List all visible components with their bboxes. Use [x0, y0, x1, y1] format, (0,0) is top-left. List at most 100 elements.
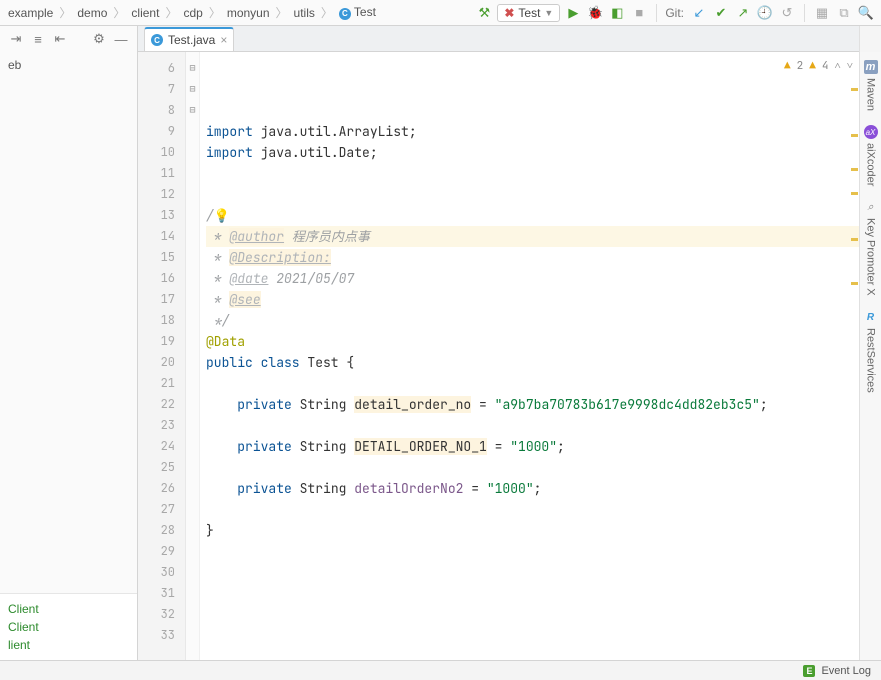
git-push-icon[interactable]: ↗ — [734, 4, 752, 22]
line-gutter[interactable]: 6789101112131415161718192021222324252627… — [138, 52, 186, 660]
code-line[interactable] — [206, 499, 859, 520]
run-icon[interactable]: ▶ — [564, 4, 582, 22]
stop-icon[interactable]: ■ — [630, 4, 648, 22]
code-line[interactable]: /💡 — [206, 205, 859, 226]
line-number[interactable]: 21 — [138, 373, 185, 394]
code-line[interactable]: } — [206, 520, 859, 541]
line-number[interactable]: 6 — [138, 58, 185, 79]
warning-marker[interactable] — [851, 192, 858, 195]
fold-toggle[interactable]: ⊟ — [186, 58, 199, 79]
code-line[interactable]: * @author 程序员内点事 — [206, 226, 859, 247]
tab-test-java[interactable]: C Test.java × — [144, 27, 234, 51]
aixcoder-tool-button[interactable]: aX aiXcoder — [864, 125, 878, 186]
warning-marker[interactable] — [851, 88, 858, 91]
code-editor[interactable]: 6789101112131415161718192021222324252627… — [138, 52, 859, 660]
line-number[interactable]: 22 — [138, 394, 185, 415]
debug-icon[interactable]: 🐞 — [586, 4, 604, 22]
code-line[interactable] — [206, 625, 859, 646]
line-number[interactable]: 19 — [138, 331, 185, 352]
inspection-summary[interactable]: ▲2 ▲4 ˄ ˅ — [784, 56, 853, 77]
line-number[interactable]: 7 — [138, 79, 185, 100]
code-line[interactable] — [206, 562, 859, 583]
code-line[interactable]: * @see — [206, 289, 859, 310]
breadcrumb-segment[interactable]: cdp — [181, 6, 204, 20]
chevron-up-icon[interactable]: ˄ — [834, 56, 840, 77]
line-number[interactable]: 9 — [138, 121, 185, 142]
breadcrumb-segment[interactable]: example — [6, 6, 55, 20]
line-number[interactable]: 33 — [138, 625, 185, 646]
error-stripe[interactable] — [849, 52, 859, 660]
code-line[interactable]: import java.util.ArrayList; — [206, 121, 859, 142]
run-config-item[interactable]: Client — [8, 600, 129, 618]
code-line[interactable]: private String detail_order_no = "a9b7ba… — [206, 394, 859, 415]
filter-icon[interactable]: ⇤ — [52, 31, 68, 47]
line-number[interactable]: 16 — [138, 268, 185, 289]
breadcrumb-segment[interactable]: demo — [75, 6, 109, 20]
code-line[interactable]: private String DETAIL_ORDER_NO_1 = "1000… — [206, 436, 859, 457]
line-number[interactable]: 32 — [138, 604, 185, 625]
code-line[interactable] — [206, 184, 859, 205]
line-number[interactable]: 18 — [138, 310, 185, 331]
code-line[interactable]: @Data — [206, 331, 859, 352]
line-number[interactable]: 28 — [138, 520, 185, 541]
code-line[interactable]: */ — [206, 310, 859, 331]
search-icon[interactable]: 🔍 — [857, 4, 875, 22]
line-number[interactable]: 25 — [138, 457, 185, 478]
collapse-all-icon[interactable]: ≡ — [30, 31, 46, 47]
line-number[interactable]: 20 — [138, 352, 185, 373]
warning-marker[interactable] — [851, 134, 858, 137]
event-log-icon[interactable]: E — [803, 665, 815, 677]
code-line[interactable] — [206, 604, 859, 625]
expand-all-icon[interactable]: ⇥ — [8, 31, 24, 47]
event-log-label[interactable]: Event Log — [821, 665, 871, 677]
warning-marker[interactable] — [851, 238, 858, 241]
close-icon[interactable]: × — [220, 33, 227, 47]
code-line[interactable] — [206, 415, 859, 436]
breadcrumb-segment[interactable]: client — [129, 6, 161, 20]
code-area[interactable]: ▲2 ▲4 ˄ ˅ import java.util.ArrayList;imp… — [200, 52, 859, 660]
fold-toggle[interactable]: ⊟ — [186, 79, 199, 100]
settings-icon[interactable]: ⧉ — [835, 4, 853, 22]
git-commit-icon[interactable]: ✔ — [712, 4, 730, 22]
line-number[interactable]: 31 — [138, 583, 185, 604]
line-number[interactable]: 26 — [138, 478, 185, 499]
hide-icon[interactable]: — — [113, 31, 129, 47]
code-line[interactable] — [206, 646, 859, 660]
code-line[interactable] — [206, 541, 859, 562]
line-number[interactable]: 8 — [138, 100, 185, 121]
code-line[interactable]: import java.util.Date; — [206, 142, 859, 163]
code-line[interactable] — [206, 457, 859, 478]
line-number[interactable]: 27 — [138, 499, 185, 520]
project-tool-window[interactable]: eb ClientClientlient — [0, 52, 138, 660]
keypromoter-tool-button[interactable]: ⌕ Key Promoter X — [864, 200, 878, 296]
line-number[interactable]: 13 — [138, 205, 185, 226]
run-config-item[interactable]: lient — [8, 636, 129, 654]
line-number[interactable]: 30 — [138, 562, 185, 583]
breadcrumb-segment[interactable]: monyun — [225, 6, 272, 20]
line-number[interactable]: 29 — [138, 541, 185, 562]
breadcrumb-segment[interactable]: CTest — [337, 5, 378, 20]
breadcrumb-segment[interactable]: utils — [292, 6, 317, 20]
structure-icon[interactable]: ▦ — [813, 4, 831, 22]
fold-column[interactable]: ⊟ ⊟ ⊟ — [186, 52, 200, 660]
warning-marker[interactable] — [851, 282, 858, 285]
line-number[interactable]: 24 — [138, 436, 185, 457]
line-number[interactable]: 17 — [138, 289, 185, 310]
run-config-combo[interactable]: ✖ Test ▼ — [497, 4, 560, 22]
fold-toggle[interactable]: ⊟ — [186, 100, 199, 121]
code-line[interactable] — [206, 373, 859, 394]
code-line[interactable]: public class Test { — [206, 352, 859, 373]
git-history-icon[interactable]: 🕘 — [756, 4, 774, 22]
line-number[interactable]: 14 — [138, 226, 185, 247]
run-config-item[interactable]: Client — [8, 618, 129, 636]
gear-icon[interactable]: ⚙ — [91, 31, 107, 47]
maven-tool-button[interactable]: m Maven — [864, 60, 878, 111]
code-line[interactable]: * @date 2021/05/07 — [206, 268, 859, 289]
code-line[interactable] — [206, 583, 859, 604]
coverage-icon[interactable]: ◧ — [608, 4, 626, 22]
build-icon[interactable]: ⚒ — [475, 4, 493, 22]
git-update-icon[interactable]: ↙ — [690, 4, 708, 22]
line-number[interactable]: 12 — [138, 184, 185, 205]
code-line[interactable]: private String detailOrderNo2 = "1000"; — [206, 478, 859, 499]
line-number[interactable]: 15 — [138, 247, 185, 268]
